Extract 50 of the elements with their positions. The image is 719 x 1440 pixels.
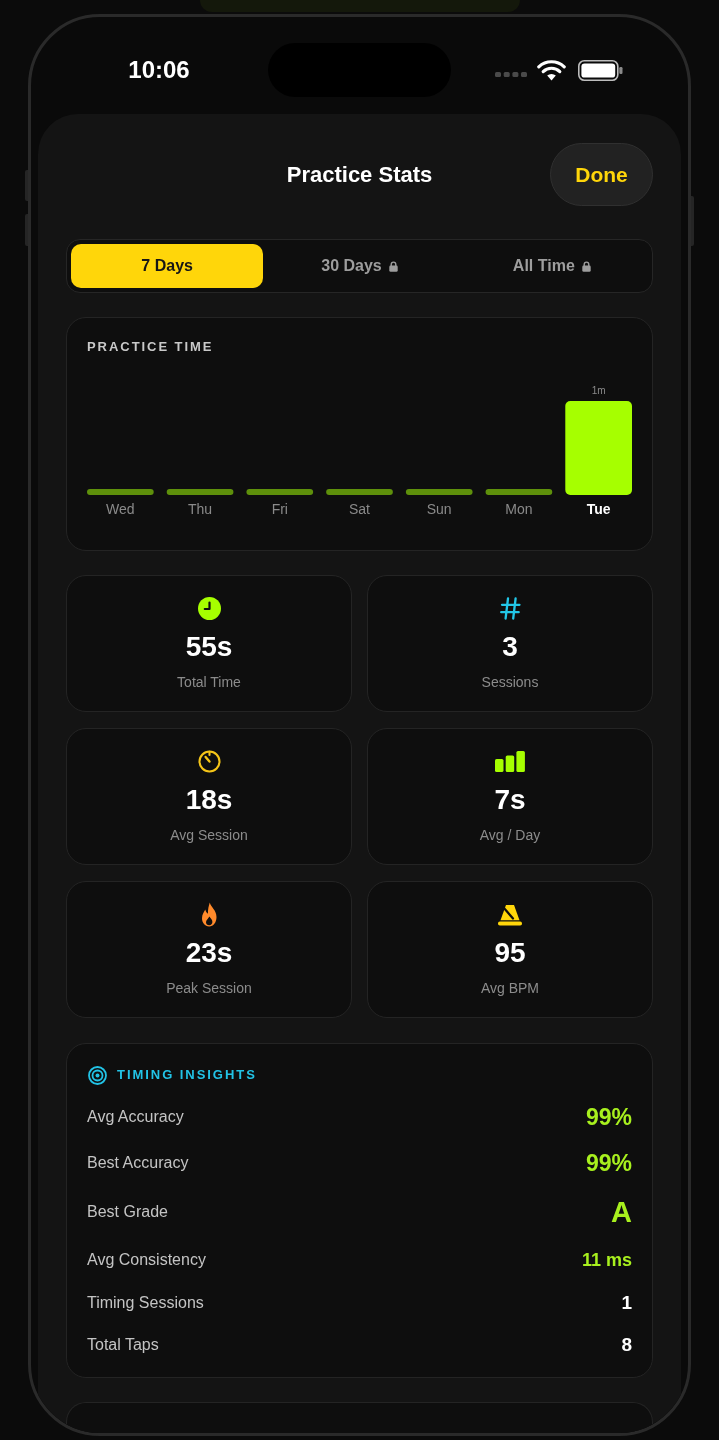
- stat-value: 18s: [185, 783, 233, 817]
- insight-label: Avg Consistency: [87, 1250, 206, 1270]
- stat-label: Peak Session: [166, 979, 252, 997]
- value-label: 1m: [591, 384, 606, 396]
- status-time: 10:06: [128, 56, 190, 83]
- insight-value: 99%: [585, 1149, 632, 1177]
- stat-value: 55s: [185, 630, 233, 664]
- sheet-title: Practice Stats: [286, 160, 433, 189]
- day-label: Sun: [426, 501, 452, 517]
- done-button[interactable]: Done: [550, 143, 653, 206]
- day-label: Thu: [188, 501, 213, 517]
- stat-label: Avg / Day: [479, 826, 541, 844]
- bar: [87, 489, 154, 495]
- battery-icon: [578, 59, 623, 81]
- insight-label: Best Grade: [87, 1202, 168, 1222]
- period-tab[interactable]: 30 Days: [263, 244, 456, 288]
- stat-value: 3: [502, 630, 518, 664]
- insight-label: Total Taps: [87, 1335, 159, 1355]
- stat-label: Sessions: [481, 673, 539, 691]
- section-title: TIMING INSIGHTS: [117, 1066, 257, 1084]
- day-label: Fri: [271, 501, 288, 517]
- insight-label: Best Accuracy: [87, 1153, 189, 1173]
- wifi-icon: [537, 59, 566, 81]
- bar: [405, 489, 473, 495]
- stat-value: 23s: [185, 936, 233, 970]
- day-label: Mon: [505, 501, 533, 517]
- day-label: Wed: [106, 501, 135, 517]
- bar: [246, 489, 314, 495]
- insight-value: 99%: [585, 1103, 632, 1131]
- stat-label: Avg BPM: [480, 979, 540, 997]
- day-label: Tue: [586, 501, 611, 517]
- stat-label: Total Time: [177, 673, 241, 691]
- insight-value: 1: [621, 1291, 632, 1315]
- signal-icon: [495, 72, 527, 77]
- bar: [485, 489, 553, 495]
- insight-value: 8: [621, 1333, 632, 1357]
- day-label: Sat: [349, 501, 370, 517]
- period-tab[interactable]: All Time: [455, 244, 648, 288]
- insight-label: Avg Accuracy: [87, 1107, 184, 1127]
- insight-label: Timing Sessions: [87, 1293, 204, 1313]
- stat-label: Avg Session: [170, 826, 248, 844]
- stat-value: 95: [494, 936, 526, 970]
- bar: [166, 489, 234, 495]
- stat-value: 7s: [494, 783, 526, 817]
- chart-title: PRACTICE TIME: [87, 338, 214, 356]
- target-icon: [88, 1065, 107, 1085]
- period-tab[interactable]: 7 Days: [71, 244, 264, 288]
- insight-value: A: [611, 1195, 632, 1229]
- insight-value: 11 ms: [581, 1249, 632, 1271]
- bar: [326, 489, 393, 495]
